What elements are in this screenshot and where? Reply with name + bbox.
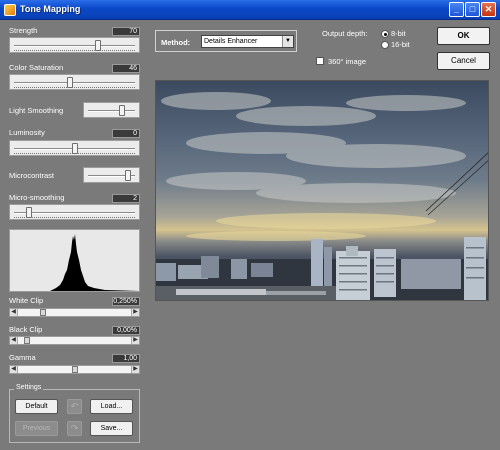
color-saturation-value-field[interactable]: 46 bbox=[112, 64, 140, 73]
color-saturation-label: Color Saturation bbox=[9, 63, 64, 72]
white-clip-label: White Clip bbox=[9, 296, 44, 305]
gamma-scrollbar[interactable]: ◀ ▶ bbox=[9, 365, 140, 374]
histogram-graph bbox=[10, 234, 139, 291]
previous-button[interactable]: Previous bbox=[15, 421, 58, 436]
method-label: Method: bbox=[161, 38, 191, 47]
minimize-button[interactable]: _ bbox=[449, 2, 464, 17]
output-depth-label: Output depth: bbox=[322, 29, 368, 38]
maximize-button[interactable]: □ bbox=[465, 2, 480, 17]
strength-value-field[interactable]: 70 bbox=[112, 27, 140, 36]
image-360-label: 360° image bbox=[328, 57, 367, 66]
luminosity-slider-thumb[interactable] bbox=[71, 143, 78, 154]
method-selected-value: Details Enhancer bbox=[204, 38, 258, 45]
default-button[interactable]: Default bbox=[15, 399, 58, 414]
light-smoothing-slider-thumb[interactable] bbox=[118, 105, 125, 116]
white-clip-scrollbar[interactable]: ◀ ▶ bbox=[9, 308, 140, 317]
scroll-right-icon[interactable]: ▶ bbox=[131, 337, 139, 344]
close-button[interactable]: ✕ bbox=[481, 2, 496, 17]
preview-scene bbox=[156, 92, 488, 300]
color-saturation-slider-thumb[interactable] bbox=[66, 77, 73, 88]
save-button[interactable]: Save... bbox=[90, 421, 133, 436]
scroll-right-icon[interactable]: ▶ bbox=[131, 366, 139, 373]
micro-smoothing-slider[interactable] bbox=[9, 204, 140, 220]
light-smoothing-label: Light Smoothing bbox=[9, 106, 64, 115]
method-select[interactable]: Details Enhancer ▼ bbox=[201, 35, 294, 48]
micro-smoothing-slider-thumb[interactable] bbox=[25, 207, 32, 218]
micro-smoothing-label: Micro-smoothing bbox=[9, 193, 65, 202]
histogram bbox=[9, 229, 140, 292]
white-clip-value-field[interactable]: 0,250% bbox=[112, 297, 140, 306]
method-group: Method: Details Enhancer ▼ bbox=[155, 30, 297, 52]
cancel-button[interactable]: Cancel bbox=[437, 52, 490, 70]
microcontrast-label: Microcontrast bbox=[9, 171, 55, 180]
microcontrast-slider[interactable] bbox=[83, 167, 140, 183]
undo-icon[interactable]: ↶ bbox=[67, 399, 82, 414]
black-clip-thumb[interactable] bbox=[24, 337, 31, 344]
microcontrast-slider-thumb[interactable] bbox=[124, 170, 131, 181]
scroll-left-icon[interactable]: ◀ bbox=[10, 366, 18, 373]
strength-label: Strength bbox=[9, 26, 38, 35]
scroll-left-icon[interactable]: ◀ bbox=[10, 309, 18, 316]
strength-slider-thumb[interactable] bbox=[94, 40, 101, 51]
gamma-label: Gamma bbox=[9, 353, 36, 362]
black-clip-label: Black Clip bbox=[9, 325, 43, 334]
app-icon bbox=[4, 4, 16, 16]
settings-group: Settings Default ↶ Load... Previous ↷ Sa… bbox=[9, 384, 140, 443]
radio-16bit-label: 16-bit bbox=[391, 40, 410, 49]
scroll-left-icon[interactable]: ◀ bbox=[10, 337, 18, 344]
radio-8bit[interactable] bbox=[381, 30, 389, 38]
color-saturation-slider[interactable] bbox=[9, 74, 140, 90]
gamma-value-field[interactable]: 1,00 bbox=[112, 354, 140, 363]
black-clip-scrollbar[interactable]: ◀ ▶ bbox=[9, 336, 140, 345]
radio-16bit[interactable] bbox=[381, 41, 389, 49]
image-360-checkbox[interactable] bbox=[316, 57, 324, 65]
ok-button[interactable]: OK bbox=[437, 27, 490, 45]
gamma-thumb[interactable] bbox=[71, 366, 78, 373]
strength-slider[interactable] bbox=[9, 37, 140, 53]
settings-label: Settings bbox=[14, 384, 44, 391]
black-clip-value-field[interactable]: 0,00% bbox=[112, 326, 140, 335]
window-title: Tone Mapping bbox=[20, 4, 81, 14]
light-smoothing-slider[interactable] bbox=[83, 102, 140, 118]
chevron-down-icon[interactable]: ▼ bbox=[282, 36, 293, 47]
redo-icon[interactable]: ↷ bbox=[67, 421, 82, 436]
preview-image[interactable] bbox=[155, 80, 489, 301]
radio-8bit-label: 8-bit bbox=[391, 29, 406, 38]
luminosity-value-field[interactable]: 0 bbox=[112, 129, 140, 138]
load-button[interactable]: Load... bbox=[90, 399, 133, 414]
scroll-right-icon[interactable]: ▶ bbox=[131, 309, 139, 316]
micro-smoothing-value-field[interactable]: 2 bbox=[112, 194, 140, 203]
white-clip-thumb[interactable] bbox=[40, 309, 46, 316]
title-bar: Tone Mapping _ □ ✕ bbox=[0, 0, 500, 20]
luminosity-label: Luminosity bbox=[9, 128, 45, 137]
luminosity-slider[interactable] bbox=[9, 140, 140, 156]
